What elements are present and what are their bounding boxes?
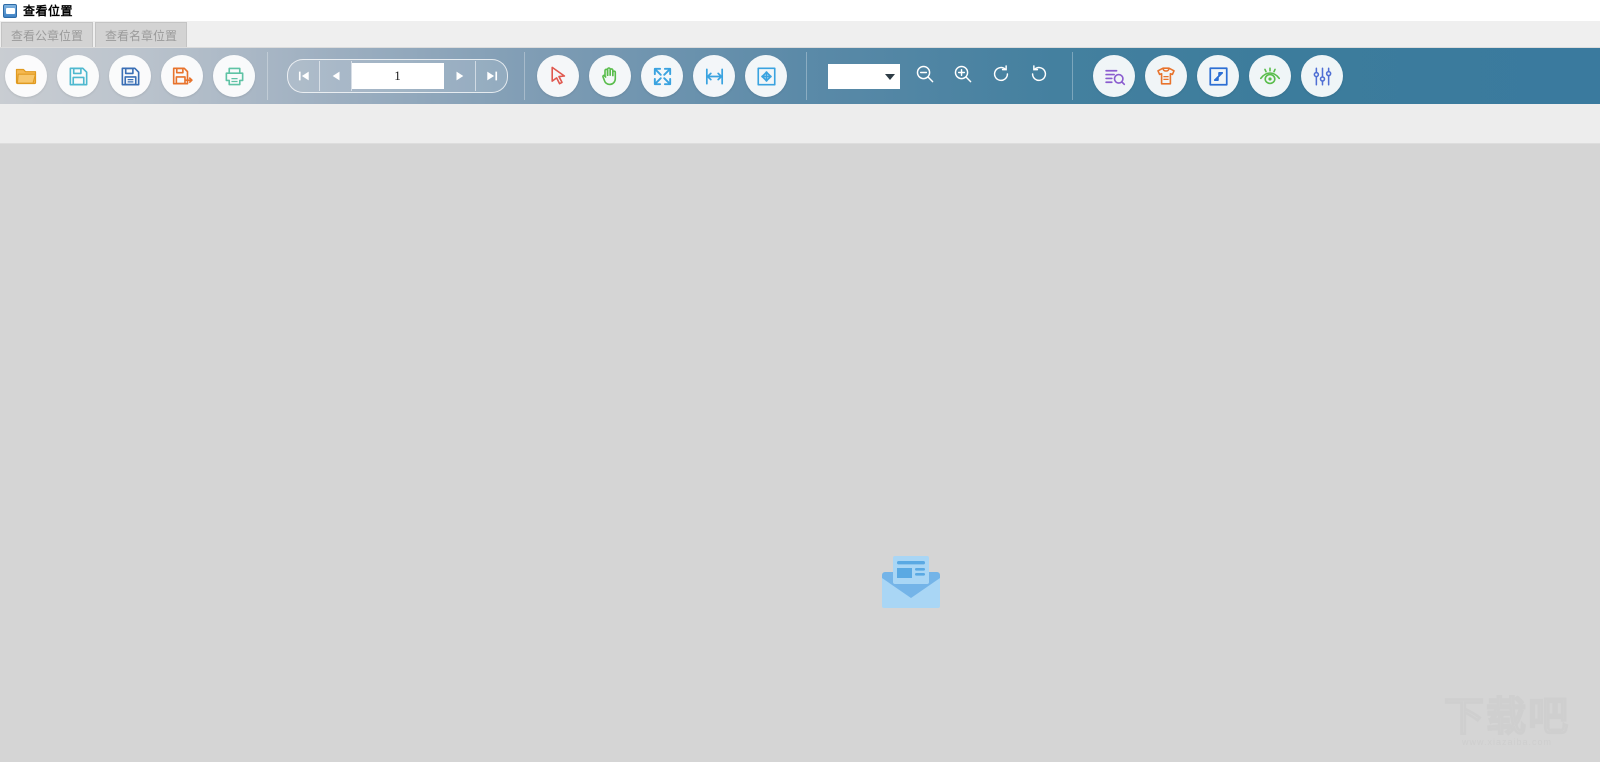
- seal-stamp-button[interactable]: [1145, 55, 1187, 97]
- open-file-button[interactable]: [5, 55, 47, 97]
- printer-icon: [223, 65, 246, 88]
- select-tool-button[interactable]: [537, 55, 579, 97]
- fit-width-icon: [703, 65, 726, 88]
- fit-width-button[interactable]: [693, 55, 735, 97]
- rotate-right-icon: [1028, 63, 1050, 90]
- print-button[interactable]: [213, 55, 255, 97]
- toolbar-separator-2: [524, 52, 525, 100]
- pan-tool-button[interactable]: [589, 55, 631, 97]
- preview-button[interactable]: [1249, 55, 1291, 97]
- open-folder-icon: [14, 64, 38, 88]
- view-tools-group: [532, 48, 792, 104]
- last-page-button[interactable]: [476, 61, 507, 91]
- crop-frame-icon: [1207, 65, 1230, 88]
- save-as-floppy-icon: [119, 65, 142, 88]
- save-export-arrow-icon: [171, 65, 194, 88]
- tab-bar: 查看公章位置 查看名章位置: [0, 21, 1600, 48]
- next-page-button[interactable]: [444, 61, 476, 91]
- zoom-in-icon: [952, 63, 974, 90]
- zoom-out-icon: [914, 63, 936, 90]
- search-text-button[interactable]: [1093, 55, 1135, 97]
- document-viewer-area[interactable]: 下载吧 www.xiazaiba.com: [0, 144, 1600, 762]
- cursor-arrow-icon: [546, 64, 570, 88]
- site-watermark: 下载吧 www.xiazaiba.com: [1422, 693, 1592, 758]
- file-actions-group: [0, 48, 260, 104]
- sliders-settings-icon: [1311, 65, 1334, 88]
- app-window-icon: [3, 3, 17, 18]
- toolbar-separator-1: [267, 52, 268, 100]
- fit-page-icon: [755, 65, 778, 88]
- fit-screen-button[interactable]: [641, 55, 683, 97]
- zoom-group: [814, 48, 1058, 104]
- stamp-shirt-icon: [1154, 64, 1178, 88]
- page-navigation: [287, 59, 508, 93]
- zoom-level-value[interactable]: [828, 63, 900, 89]
- save-button[interactable]: [57, 55, 99, 97]
- rotate-left-button[interactable]: [984, 59, 1018, 93]
- empty-document-tray-icon: [878, 554, 944, 614]
- watermark-text: 下载吧: [1443, 693, 1570, 741]
- tab-official-seal[interactable]: 查看公章位置: [1, 22, 94, 47]
- page-number-input[interactable]: [352, 63, 444, 89]
- zoom-out-button[interactable]: [908, 59, 942, 93]
- search-document-icon: [1103, 65, 1126, 88]
- toolbar-separator-4: [1072, 52, 1073, 100]
- main-toolbar: [0, 48, 1600, 104]
- rotate-right-button[interactable]: [1022, 59, 1056, 93]
- tab-name-seal[interactable]: 查看名章位置: [95, 22, 188, 47]
- first-page-button[interactable]: [288, 61, 320, 91]
- export-button[interactable]: [161, 55, 203, 97]
- save-floppy-icon: [67, 65, 90, 88]
- document-tools-group: [1088, 48, 1348, 104]
- window-titlebar: 查看位置: [0, 0, 1600, 21]
- zoom-level-select[interactable]: [828, 63, 900, 89]
- settings-button[interactable]: [1301, 55, 1343, 97]
- secondary-toolbar: [0, 104, 1600, 144]
- rotate-left-icon: [990, 63, 1012, 90]
- page-title: 查看位置: [23, 4, 74, 18]
- eye-preview-icon: [1258, 64, 1282, 88]
- crop-region-button[interactable]: [1197, 55, 1239, 97]
- expand-arrows-icon: [651, 65, 674, 88]
- zoom-in-button[interactable]: [946, 59, 980, 93]
- hand-grab-icon: [598, 64, 622, 88]
- fit-page-button[interactable]: [745, 55, 787, 97]
- toolbar-separator-3: [806, 52, 807, 100]
- save-as-button[interactable]: [109, 55, 151, 97]
- previous-page-button[interactable]: [320, 61, 352, 91]
